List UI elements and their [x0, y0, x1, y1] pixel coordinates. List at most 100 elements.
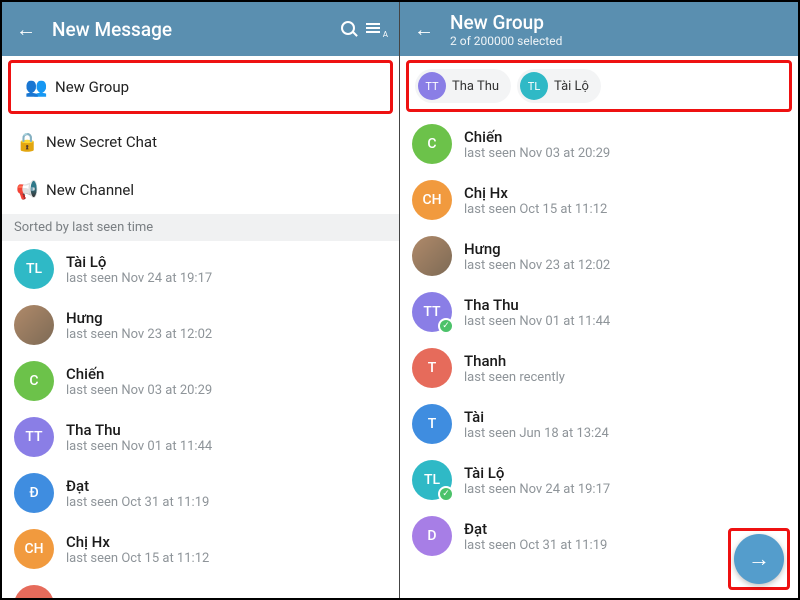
contact-row[interactable]: TT✓ Tha Thulast seen Nov 01 at 11:44 — [400, 284, 798, 340]
contact-row[interactable]: CH Chị Hxlast seen Oct 15 at 11:12 — [400, 172, 798, 228]
contact-row[interactable]: Hưnglast seen Nov 23 at 12:02 — [2, 297, 399, 353]
avatar: T — [412, 404, 452, 444]
avatar — [412, 236, 452, 276]
contact-status: last seen Oct 31 at 11:19 — [66, 495, 387, 510]
contact-list: CChiếnlast seen Nov 03 at 20:29CHChị Hxl… — [400, 116, 798, 598]
contact-name: Hưng — [464, 240, 786, 258]
contact-name: Đạt — [66, 477, 387, 495]
menu-label: New Secret Chat — [46, 133, 157, 151]
contact-row[interactable]: CH Chị Hxlast seen Oct 15 at 11:12 — [2, 521, 399, 577]
contact-status: last seen Oct 15 at 11:12 — [464, 202, 786, 217]
contact-name: Hưng — [66, 309, 387, 327]
back-icon[interactable]: ← — [412, 17, 436, 42]
contact-info: Hưnglast seen Nov 23 at 12:02 — [66, 309, 387, 342]
avatar: Đ — [14, 473, 54, 513]
sort-icon[interactable] — [361, 19, 387, 40]
contact-info: Đạtlast seen Oct 31 at 11:19 — [66, 477, 387, 510]
contact-info: Tàilast seen Jun 18 at 13:24 — [464, 408, 786, 441]
contact-row[interactable]: C Chiếnlast seen Nov 03 at 20:29 — [400, 116, 798, 172]
contact-row[interactable]: TL✓ Tài Lộlast seen Nov 24 at 19:17 — [400, 452, 798, 508]
group-icon: 👥 — [25, 77, 55, 98]
avatar: D — [412, 516, 452, 556]
avatar: TT✓ — [412, 292, 452, 332]
contact-name: Tài — [66, 596, 387, 598]
contact-row[interactable]: T Tàilast seen Jun 18 at 13:24 — [400, 396, 798, 452]
contact-status: last seen Nov 03 at 20:29 — [464, 146, 786, 161]
megaphone-icon: 📢 — [16, 180, 46, 201]
header: ← New Message — [2, 2, 399, 56]
page-title: New Group 2 of 200000 selected — [450, 11, 786, 48]
contact-info: Thanhlast seen recently — [464, 352, 786, 385]
contact-info: Chị Hxlast seen Oct 15 at 11:12 — [464, 184, 786, 217]
chip-label: Tha Thu — [452, 79, 499, 94]
contact-status: last seen Nov 23 at 12:02 — [464, 258, 786, 273]
contact-info: Tha Thulast seen Nov 01 at 11:44 — [464, 296, 786, 329]
contact-status: last seen Jun 18 at 13:24 — [464, 426, 786, 441]
menu-new-secret-chat[interactable]: 🔒 New Secret Chat — [2, 118, 399, 166]
menu-label: New Channel — [46, 181, 134, 199]
contact-row[interactable]: Đ Đạtlast seen Oct 31 at 11:19 — [2, 465, 399, 521]
avatar: T — [412, 348, 452, 388]
selected-chips: TT Tha Thu TLTài Lộ — [409, 63, 789, 109]
selected-chip[interactable]: TT Tha Thu — [415, 69, 511, 103]
check-icon: ✓ — [438, 486, 454, 502]
menu-new-group[interactable]: 👥 New Group — [11, 63, 390, 111]
header: ← New Group 2 of 200000 selected — [400, 2, 798, 56]
contact-row[interactable]: Tài — [2, 577, 399, 598]
contact-row[interactable]: Hưnglast seen Nov 23 at 12:02 — [400, 228, 798, 284]
contact-name: Tài Lộ — [464, 464, 786, 482]
arrow-right-icon: → — [748, 546, 770, 572]
avatar: TL — [14, 249, 54, 289]
menu-label: New Group — [55, 78, 129, 96]
contact-name: Chiến — [464, 128, 786, 146]
new-group-screen: ← New Group 2 of 200000 selected TT Tha T… — [400, 2, 798, 598]
contact-status: last seen recently — [464, 370, 786, 385]
chip-avatar: TT — [418, 72, 446, 100]
contact-name: Chiến — [66, 365, 387, 383]
contact-info: Chiếnlast seen Nov 03 at 20:29 — [66, 365, 387, 398]
search-icon[interactable] — [335, 19, 361, 40]
contact-status: last seen Nov 01 at 11:44 — [464, 314, 786, 329]
contact-row[interactable]: T Thanhlast seen recently — [400, 340, 798, 396]
contact-status: last seen Nov 03 at 20:29 — [66, 383, 387, 398]
contact-name: Tài — [464, 408, 786, 426]
avatar: C — [14, 361, 54, 401]
contact-info: Chiếnlast seen Nov 03 at 20:29 — [464, 128, 786, 161]
chip-avatar: TL — [520, 72, 548, 100]
avatar — [14, 585, 54, 598]
subtitle-text: 2 of 200000 selected — [450, 34, 786, 48]
title-text: New Group — [450, 11, 786, 34]
contact-info: Tài — [66, 596, 387, 598]
avatar: TL✓ — [412, 460, 452, 500]
contact-list: TLTài Lộlast seen Nov 24 at 19:17Hưnglas… — [2, 241, 399, 598]
contact-name: Tha Thu — [464, 296, 786, 314]
avatar — [14, 305, 54, 345]
contact-status: last seen Nov 23 at 12:02 — [66, 327, 387, 342]
page-title: New Message — [52, 18, 335, 41]
contact-info: Hưnglast seen Nov 23 at 12:02 — [464, 240, 786, 273]
avatar: CH — [412, 180, 452, 220]
avatar: C — [412, 124, 452, 164]
menu-new-channel[interactable]: 📢 New Channel — [2, 166, 399, 214]
back-icon[interactable]: ← — [14, 17, 38, 42]
selected-chip[interactable]: TLTài Lộ — [517, 69, 601, 103]
contact-status: last seen Oct 15 at 11:12 — [66, 551, 387, 566]
contact-info: Tài Lộlast seen Nov 24 at 19:17 — [464, 464, 786, 497]
contact-row[interactable]: TLTài Lộlast seen Nov 24 at 19:17 — [2, 241, 399, 297]
next-button[interactable]: → — [734, 534, 784, 584]
contact-name: Chị Hx — [66, 533, 387, 551]
title-text: New Message — [52, 18, 335, 41]
check-icon: ✓ — [438, 318, 454, 334]
contact-status: last seen Nov 01 at 11:44 — [66, 439, 387, 454]
contact-name: Chị Hx — [464, 184, 786, 202]
contact-row[interactable]: C Chiếnlast seen Nov 03 at 20:29 — [2, 353, 399, 409]
contact-row[interactable]: TTTha Thulast seen Nov 01 at 11:44 — [2, 409, 399, 465]
contact-name: Tha Thu — [66, 421, 387, 439]
section-header: Sorted by last seen time — [2, 214, 399, 241]
avatar: CH — [14, 529, 54, 569]
lock-icon: 🔒 — [16, 132, 46, 153]
contact-info: Chị Hxlast seen Oct 15 at 11:12 — [66, 533, 387, 566]
contact-info: Tha Thulast seen Nov 01 at 11:44 — [66, 421, 387, 454]
contact-name: Tài Lộ — [66, 253, 387, 271]
new-message-screen: ← New Message 👥 New Group 🔒 New Secret C… — [2, 2, 400, 598]
